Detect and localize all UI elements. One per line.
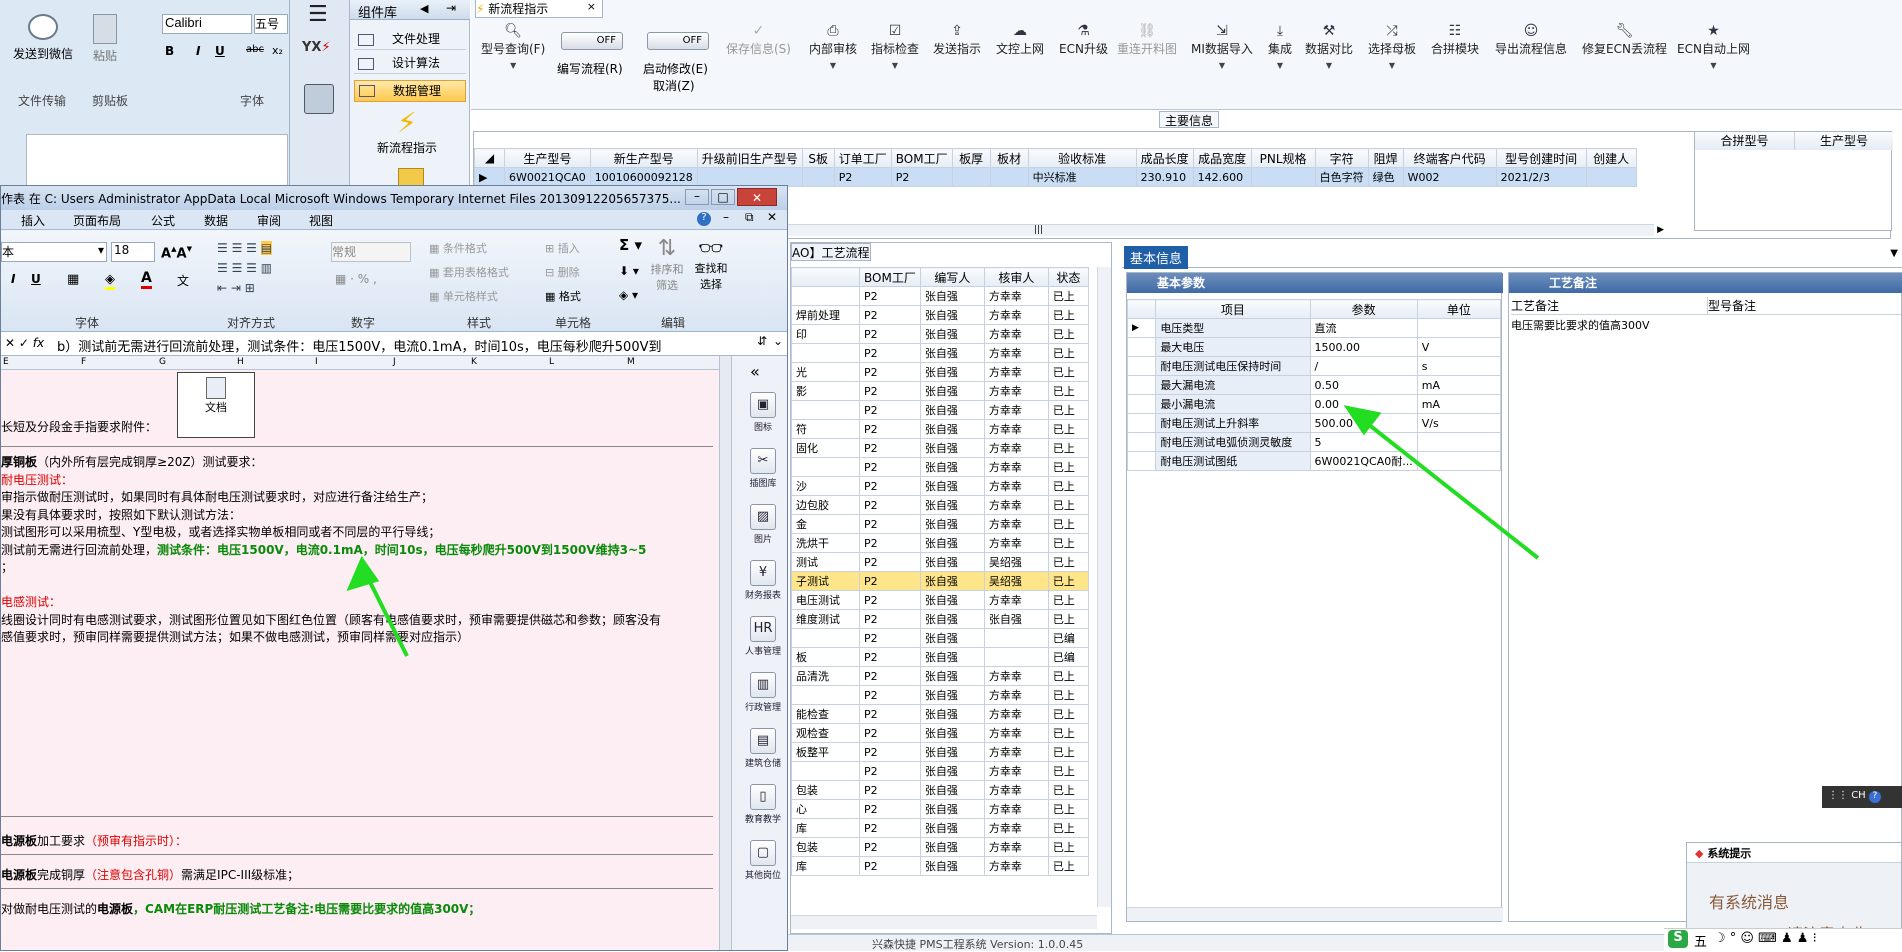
arrow-param	[1352, 411, 1540, 560]
annotation-arrows	[346, 405, 1540, 657]
